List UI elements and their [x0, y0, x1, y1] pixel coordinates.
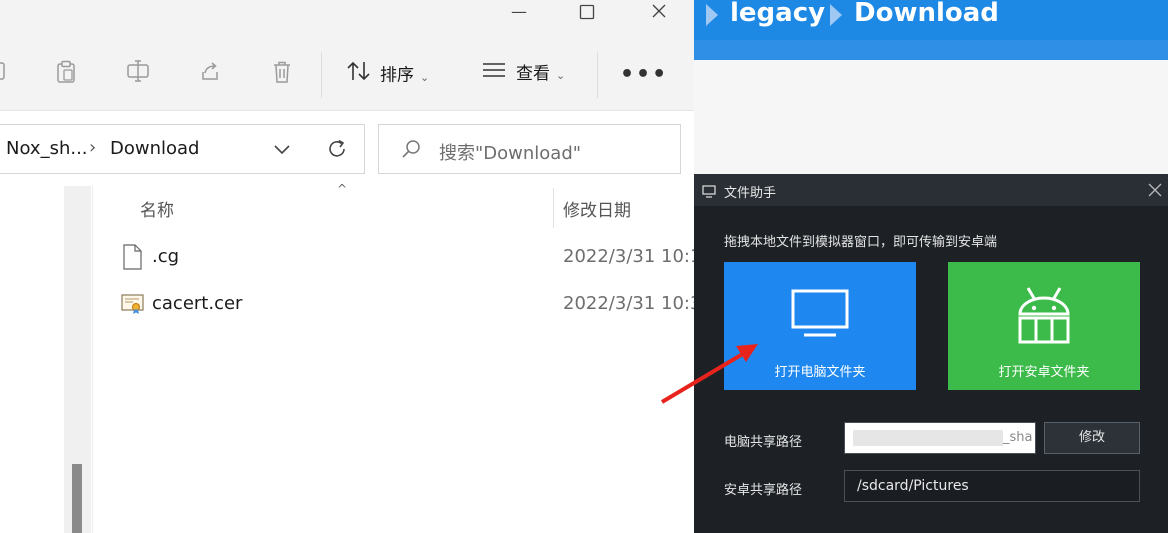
breadcrumb-arrow-icon: [830, 4, 842, 26]
breadcrumb-separator: ›: [89, 137, 97, 158]
header-shadow-strip: [694, 40, 1168, 60]
title-bar: —: [0, 0, 694, 40]
monitor-icon: [790, 288, 850, 342]
android-path-label: 安卓共享路径: [724, 483, 803, 498]
close-icon[interactable]: [1148, 182, 1162, 201]
copy-icon[interactable]: [0, 60, 12, 88]
pc-path-label: 电脑共享路径: [724, 435, 803, 450]
sort-icon: [346, 60, 372, 91]
refresh-icon[interactable]: [326, 138, 348, 164]
pc-path-value: _sha: [1003, 430, 1033, 445]
dialog-instruction: 拖拽本地文件到模拟器窗口，即可传输到安卓端: [724, 235, 998, 250]
breadcrumb-parent[interactable]: Nox_sh...: [6, 138, 88, 159]
column-header-name[interactable]: 名称: [140, 196, 174, 221]
certificate-file-icon: [121, 293, 145, 319]
open-android-folder-button[interactable]: 打开安卓文件夹: [948, 262, 1140, 390]
close-icon[interactable]: [636, 0, 682, 24]
open-android-folder-label: 打开安卓文件夹: [998, 365, 1090, 380]
sort-ascending-icon: ^: [337, 182, 348, 196]
breadcrumb-item[interactable]: legacy: [730, 0, 825, 28]
redacted-path-area: [853, 430, 1003, 446]
sort-button[interactable]: 排序 ⌄: [346, 60, 429, 88]
maximize-icon[interactable]: [564, 0, 610, 24]
modify-button[interactable]: 修改: [1044, 422, 1140, 454]
red-arrow-annotation-icon: [660, 344, 758, 404]
toolbar-divider: [321, 52, 322, 98]
dialog-title-bar: 文件助手: [694, 174, 1168, 206]
delete-icon[interactable]: [268, 60, 296, 88]
file-name[interactable]: .cg: [152, 246, 179, 267]
breadcrumb-arrow-icon: [706, 4, 718, 26]
toolbar-divider: [597, 52, 598, 98]
view-icon: [482, 60, 506, 88]
file-modified-date: 2022/3/31 10:3: [563, 293, 694, 314]
paste-icon[interactable]: [52, 60, 80, 88]
address-bar[interactable]: Nox_sh... › Download: [0, 124, 365, 174]
command-bar: 排序 ⌄ 查看 ⌄ •••: [0, 40, 694, 111]
view-button[interactable]: 查看 ⌄: [482, 60, 565, 88]
search-icon: [401, 139, 421, 163]
search-input[interactable]: 搜索"Download": [378, 124, 681, 174]
generic-file-icon: [122, 244, 142, 274]
file-name[interactable]: cacert.cer: [152, 293, 242, 314]
breadcrumb-current[interactable]: Download: [110, 138, 199, 159]
pc-path-field[interactable]: _sha: [844, 422, 1036, 454]
sort-label: 排序: [380, 65, 414, 86]
monitor-icon: [702, 183, 716, 202]
column-header-modified[interactable]: 修改日期: [563, 196, 631, 221]
share-icon[interactable]: [196, 60, 224, 88]
minimize-icon[interactable]: —: [496, 0, 542, 26]
view-label: 查看: [516, 64, 550, 84]
dialog-title: 文件助手: [724, 186, 777, 201]
android-icon: [1014, 284, 1074, 350]
search-placeholder: 搜索"Download": [439, 143, 582, 164]
chevron-down-icon: ⌄: [556, 69, 566, 82]
emulator-content-area: [694, 60, 1168, 174]
rename-icon[interactable]: [124, 60, 152, 88]
more-options-icon[interactable]: •••: [620, 62, 668, 87]
file-modified-date: 2022/3/31 10:1: [563, 246, 694, 267]
android-path-field[interactable]: /sdcard/Pictures: [844, 470, 1140, 502]
nav-scrollbar-thumb[interactable]: [72, 464, 82, 533]
breadcrumb-item[interactable]: Download: [854, 0, 999, 28]
chevron-down-icon: ⌄: [420, 70, 430, 84]
file-explorer-window: — 排序 ⌄ 查看 ⌄ ••• Nox_sh... › Download 搜索"…: [0, 0, 694, 533]
column-divider[interactable]: [553, 188, 554, 228]
chevron-down-icon[interactable]: [272, 139, 292, 163]
